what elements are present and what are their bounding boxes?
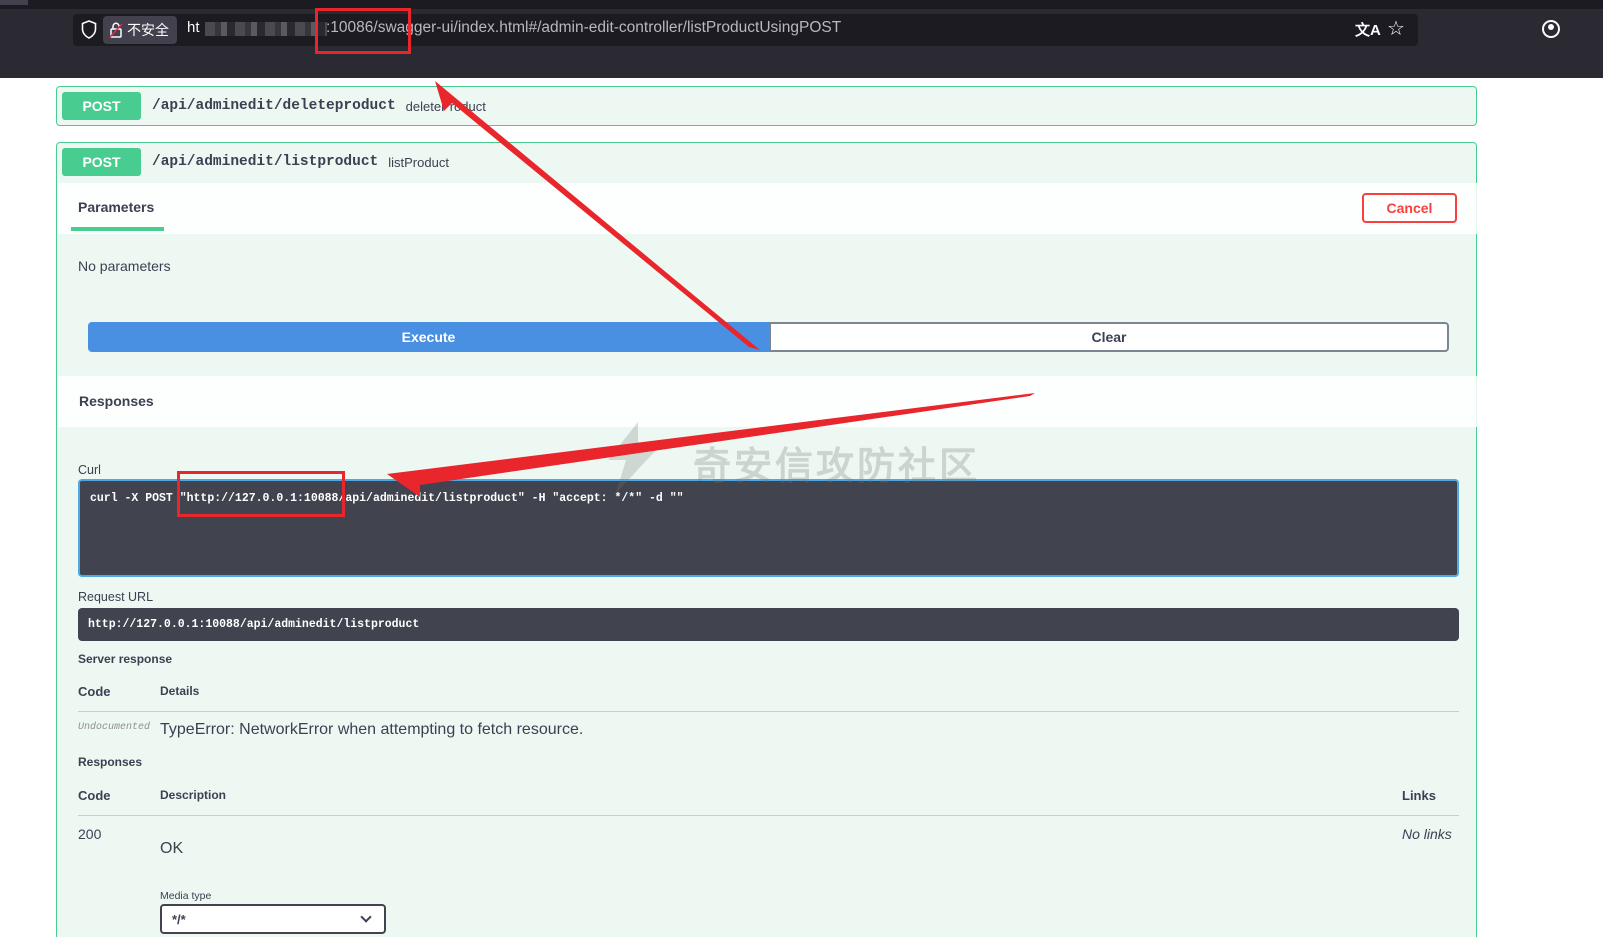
watermark-logo-icon [608, 422, 658, 493]
response-code: 200 [78, 826, 102, 842]
cancel-button[interactable]: Cancel [1362, 193, 1457, 223]
curl-label: Curl [78, 463, 101, 477]
responses-title: Responses [79, 393, 154, 409]
insecure-label: 不安全 [127, 22, 169, 38]
response-description: OK [160, 840, 184, 857]
url-prefix: ht [187, 19, 200, 36]
media-type-select[interactable]: */* [160, 904, 386, 934]
operation-path: /api/adminedit/listproduct [152, 154, 379, 170]
no-parameters-text: No parameters [78, 258, 171, 274]
links-header: Links [1402, 788, 1436, 803]
code-header: Code [78, 788, 111, 803]
request-url-label: Request URL [78, 590, 154, 604]
method-badge: POST [62, 148, 141, 176]
tab-strip [0, 0, 1603, 9]
opblock-summary[interactable]: POST /api/adminedit/listproduct listProd… [57, 143, 1476, 181]
media-type-label: Media type [160, 890, 212, 902]
clear-button[interactable]: Clear [769, 322, 1449, 352]
undocumented-code: Undocumented [78, 722, 151, 733]
responses-header: Responses [58, 376, 1477, 427]
server-response-label: Server response [78, 652, 173, 666]
request-url-block[interactable]: http://127.0.0.1:10088/api/adminedit/lis… [78, 608, 1459, 641]
description-header: Description [160, 788, 227, 802]
error-message: TypeError: NetworkError when attempting … [160, 721, 584, 738]
divider [78, 711, 1459, 712]
insecure-connection-badge[interactable]: 不安全 [103, 16, 177, 44]
chevron-down-icon [360, 911, 372, 923]
execute-button[interactable]: Execute [88, 322, 769, 352]
star-icon[interactable]: ☆ [1387, 16, 1405, 41]
annotation-box-curl-host [177, 471, 345, 517]
broken-lock-icon [109, 22, 123, 38]
redacted-host [205, 22, 327, 36]
tab-parameters[interactable]: Parameters [78, 199, 154, 215]
operation-summary: deleteProduct [405, 98, 486, 114]
translate-icon[interactable]: 文A [1355, 19, 1381, 40]
parameters-header: Parameters Cancel [58, 183, 1477, 234]
browser-tab[interactable] [0, 0, 28, 5]
opblock-listproduct: POST /api/adminedit/listproduct listProd… [56, 142, 1477, 937]
request-url[interactable]: http://127.0.0.1:10088/api/adminedit/lis… [88, 618, 419, 631]
media-type-value: */* [172, 912, 186, 927]
divider [78, 815, 1459, 816]
code-header: Code [78, 684, 111, 699]
operation-path: /api/adminedit/deleteproduct [152, 98, 396, 114]
opblock-deleteproduct[interactable]: POST /api/adminedit/deleteproduct delete… [56, 86, 1477, 126]
opblock-summary[interactable]: POST /api/adminedit/deleteproduct delete… [57, 87, 1476, 125]
annotation-box-port [315, 8, 411, 54]
response-links: No links [1402, 826, 1452, 842]
method-badge: POST [62, 92, 141, 120]
details-header: Details [160, 684, 200, 698]
account-icon[interactable] [1542, 20, 1560, 38]
responses-label: Responses [78, 755, 143, 769]
browser-toolbar: 不安全 ht :10086/swagger-ui/index.html#/adm… [0, 0, 1603, 78]
shield-icon[interactable] [81, 20, 97, 39]
operation-summary: listProduct [388, 154, 449, 170]
tab-underline [71, 227, 164, 231]
watermark: 奇安信攻防社区 [693, 446, 981, 488]
